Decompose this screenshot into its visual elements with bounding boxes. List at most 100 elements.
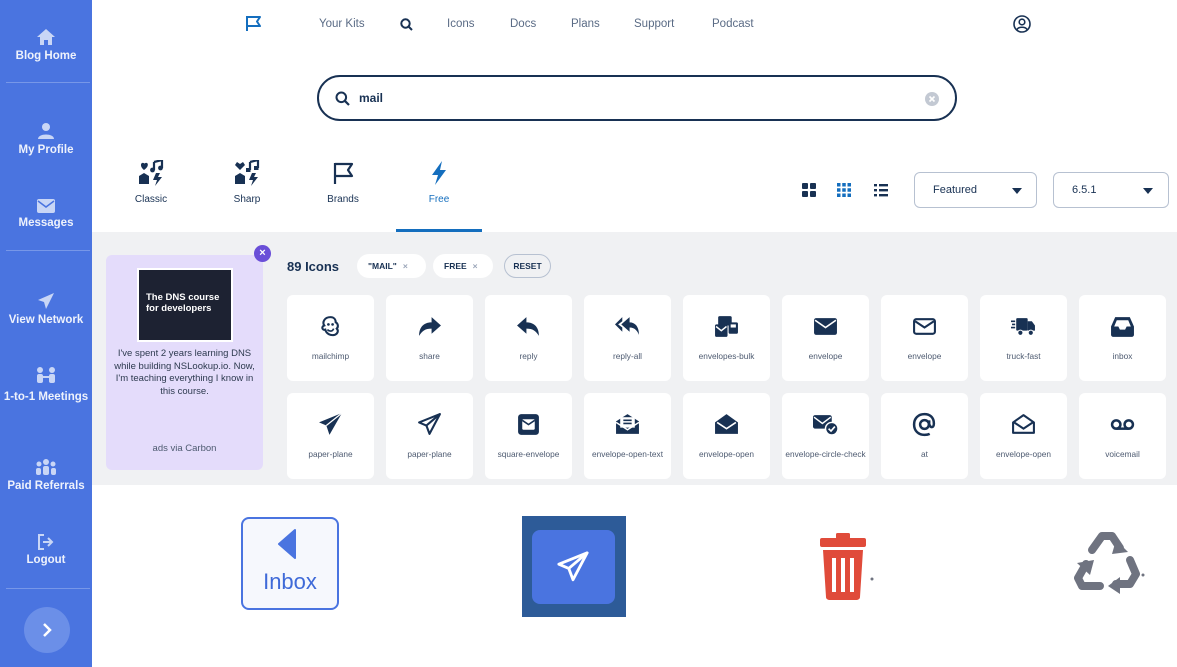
mailchimp-icon [321, 316, 339, 337]
icon-card-label: truck-fast [1006, 351, 1041, 361]
sidebar-item-view-network[interactable]: View Network [0, 292, 92, 326]
sort-dropdown[interactable]: Featured [914, 172, 1037, 208]
recycle-icon[interactable] [1072, 530, 1147, 600]
nav-docs[interactable]: Docs [510, 18, 536, 30]
filter-label: "MAIL" [368, 261, 397, 271]
chevron-down-icon [1143, 188, 1153, 194]
flag-icon[interactable] [245, 15, 262, 32]
nav-icons[interactable]: Icons [447, 18, 475, 30]
sharp-icon [235, 160, 260, 186]
version-dropdown[interactable]: 6.5.1 [1053, 172, 1169, 208]
icon-card-envelope[interactable]: envelope [782, 295, 869, 381]
small-grid-icon[interactable] [835, 181, 853, 199]
icon-card-mailchimp[interactable]: mailchimp [287, 295, 374, 381]
icon-card-envelope[interactable]: envelope [881, 295, 968, 381]
icon-card-truck-fast[interactable]: truck-fast [980, 295, 1067, 381]
group-icon [36, 459, 56, 475]
icon-card-paper-plane[interactable]: paper-plane [287, 393, 374, 479]
icon-card-label: envelopes-bulk [698, 351, 755, 361]
filter-pill-free[interactable]: FREE × [433, 254, 493, 278]
ad-close-button[interactable]: × [254, 245, 271, 262]
nav-plans[interactable]: Plans [571, 18, 600, 30]
sidebar-item-my-profile[interactable]: My Profile [0, 122, 92, 156]
paper-plane-icon [38, 293, 54, 309]
user-circle-icon[interactable] [1013, 15, 1031, 33]
filter-label: FREE [444, 261, 467, 271]
results-count: 89 Icons [287, 259, 340, 274]
icon-card-paper-plane[interactable]: paper-plane [386, 393, 473, 479]
icon-card-label: reply [519, 351, 538, 361]
sidebar-toggle-button[interactable] [24, 607, 70, 653]
icon-card-label: square-envelope [497, 449, 560, 459]
sidebar: Blog Home My Profile Messages View Netwo… [0, 0, 92, 667]
close-icon[interactable]: × [403, 261, 408, 271]
reset-button[interactable]: RESET [504, 254, 551, 278]
ad-attribution[interactable]: ads via Carbon [106, 443, 263, 454]
inbox-button[interactable]: Inbox [241, 517, 339, 610]
envelope-open-text-icon [615, 414, 640, 434]
icon-card-envelope-open[interactable]: envelope-open [683, 393, 770, 479]
flag-icon [333, 162, 354, 184]
envelopes-bulk-icon [715, 316, 738, 337]
tab-label: Sharp [233, 194, 261, 205]
tab-free[interactable]: Free [394, 160, 484, 205]
icon-card-label: at [921, 449, 928, 459]
icon-card-voicemail[interactable]: voicemail [1079, 393, 1166, 479]
icon-card-square-envelope[interactable]: square-envelope [485, 393, 572, 479]
icon-card-envelopes-bulk[interactable]: envelopes-bulk [683, 295, 770, 381]
version-dropdown-value: 6.5.1 [1072, 184, 1097, 196]
divider [6, 82, 90, 83]
sidebar-item-label: 1-to-1 Meetings [3, 391, 89, 403]
ad-text[interactable]: I've spent 2 years learning DNS while bu… [114, 348, 255, 398]
clear-icon[interactable] [925, 92, 939, 106]
filter-pill-mail[interactable]: "MAIL" × [357, 254, 426, 278]
nav-your-kits[interactable]: Your Kits [319, 18, 365, 30]
search-input[interactable] [359, 89, 899, 107]
tab-label: Brands [327, 194, 359, 205]
icon-card-envelope-open[interactable]: envelope-open [980, 393, 1067, 479]
main-content: Your Kits Icons Docs Plans Support Podca… [92, 0, 1177, 667]
send-button-face [532, 530, 615, 604]
envelope-outline-icon [913, 318, 936, 335]
icon-card-label: envelope [808, 351, 843, 361]
send-button[interactable] [522, 516, 626, 617]
paper-plane-outline-icon [418, 413, 441, 435]
nav-podcast[interactable]: Podcast [712, 18, 754, 30]
search-icon[interactable] [400, 18, 413, 31]
envelope-open-outline-icon [1012, 414, 1035, 434]
people-icon [37, 367, 55, 383]
icon-card-label: envelope-open [699, 449, 754, 459]
icon-card-at[interactable]: at [881, 393, 968, 479]
trash-icon[interactable] [814, 533, 884, 601]
sidebar-item-label: View Network [8, 314, 84, 326]
large-grid-icon[interactable] [800, 181, 818, 199]
sidebar-item-paid-referrals[interactable]: Paid Referrals [0, 458, 92, 492]
tab-label: Classic [134, 194, 168, 205]
icon-card-reply[interactable]: reply [485, 295, 572, 381]
sidebar-item-messages[interactable]: Messages [0, 199, 92, 229]
icon-card-label: paper-plane [407, 449, 452, 459]
tab-sharp[interactable]: Sharp [202, 160, 292, 205]
icon-card-share[interactable]: share [386, 295, 473, 381]
close-icon[interactable]: × [473, 261, 478, 271]
square-envelope-icon [518, 414, 539, 435]
envelope-circle-check-icon [813, 415, 838, 436]
icon-card-inbox[interactable]: inbox [1079, 295, 1166, 381]
carbon-ad[interactable]: The DNS course for developers I've spent… [106, 255, 263, 470]
list-icon[interactable] [872, 181, 890, 199]
ad-image[interactable]: The DNS course for developers [137, 268, 233, 342]
sort-dropdown-value: Featured [933, 184, 978, 196]
icon-card-reply-all[interactable]: reply-all [584, 295, 671, 381]
search-bar [317, 75, 957, 121]
sidebar-item-logout[interactable]: Logout [0, 534, 92, 566]
icon-card-envelope-circle-check[interactable]: envelope-circle-check [782, 393, 869, 479]
user-icon [38, 123, 54, 139]
icon-card-envelope-open-text[interactable]: envelope-open-text [584, 393, 671, 479]
nav-support[interactable]: Support [634, 18, 674, 30]
tab-brands[interactable]: Brands [298, 160, 388, 205]
tab-classic[interactable]: Classic [106, 160, 196, 205]
sidebar-item-meetings[interactable]: 1-to-1 Meetings [0, 366, 92, 407]
icon-card-label: share [419, 351, 440, 361]
sidebar-item-blog-home[interactable]: Blog Home [0, 28, 92, 62]
classic-icon [139, 160, 164, 186]
